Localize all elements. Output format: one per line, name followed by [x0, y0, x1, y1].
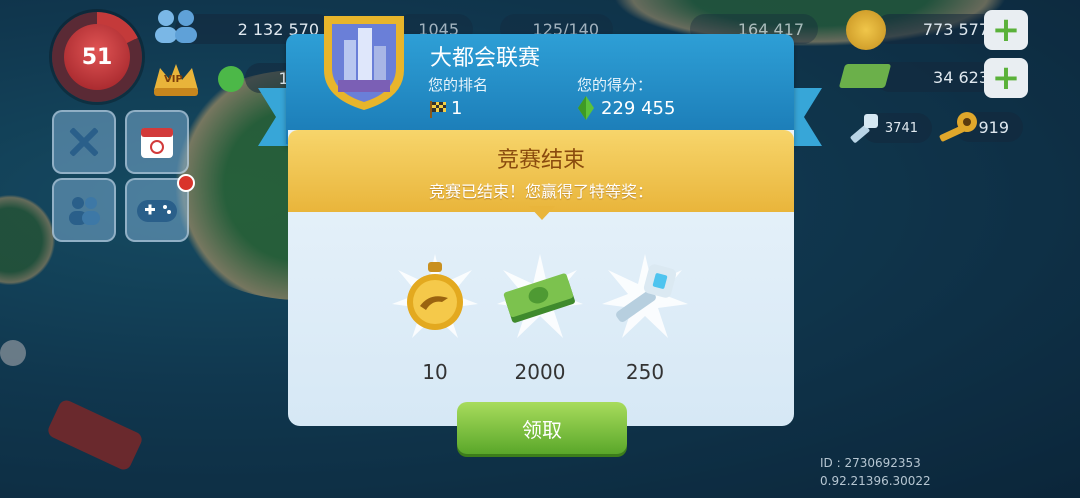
silver-key-icon [846, 112, 884, 150]
reward-item: 2000 [490, 252, 590, 402]
dialog-title: 大都会联赛 [430, 46, 541, 71]
vip-badge[interactable]: VIP [150, 60, 202, 98]
level-number: 51 [81, 44, 113, 70]
speedup-token-icon [390, 252, 480, 342]
rank-label: 您的排名 [428, 76, 489, 94]
simcash-coin-icon [846, 10, 886, 50]
social-button[interactable] [52, 178, 116, 242]
league-shield-icon [318, 10, 410, 112]
vip-label: VIP [164, 74, 183, 85]
money-value: 34 623 [933, 67, 989, 87]
silver-keys-value: 3741 [884, 120, 918, 136]
reward-amount: 10 [422, 360, 448, 384]
wrench-screwdriver-icon [69, 127, 99, 157]
plus-icon: + [991, 58, 1021, 98]
reward-item: 250 [595, 252, 695, 402]
add-money-button[interactable]: + [984, 58, 1028, 98]
score-value: 229 455 [601, 98, 676, 119]
population-icon [150, 6, 204, 50]
add-simcash-button[interactable]: + [984, 10, 1028, 50]
friends-icon [69, 197, 100, 225]
simcash-value: 773 577 [922, 19, 989, 39]
tools-button[interactable] [52, 110, 116, 174]
platinum-key-icon [600, 252, 690, 342]
rank-value: 1 [451, 98, 463, 119]
reward-amount: 2000 [514, 360, 566, 384]
checkered-flag-icon [428, 99, 448, 123]
gold-key-icon [937, 110, 981, 150]
notification-dot [177, 174, 195, 192]
plus-icon: + [991, 10, 1021, 50]
gold-keys-value: 919 [978, 117, 1009, 137]
version-text: 0.92.21396.30022 [820, 474, 931, 488]
level-badge[interactable]: 51 [52, 12, 142, 102]
calendar-icon [141, 128, 173, 158]
player-id-text: ID : 2730692353 [820, 456, 921, 470]
banner-notch [529, 206, 555, 220]
calendar-button[interactable] [125, 110, 189, 174]
score-label: 您的得分： [577, 76, 653, 94]
claim-button[interactable]: 领取 [457, 402, 627, 454]
banner-subtitle: 竞赛已结束！您赢得了特等奖： [428, 182, 653, 201]
green-gem-icon [577, 96, 595, 124]
banner-title: 竞赛结束 [496, 148, 585, 173]
banknote-icon [838, 64, 892, 88]
reward-item: 10 [385, 252, 485, 402]
reward-amount: 250 [625, 360, 665, 384]
cash-stack-icon [495, 252, 585, 342]
smiley-icon [218, 66, 244, 92]
gamepad-icon [137, 200, 177, 222]
claim-label: 领取 [522, 417, 562, 442]
